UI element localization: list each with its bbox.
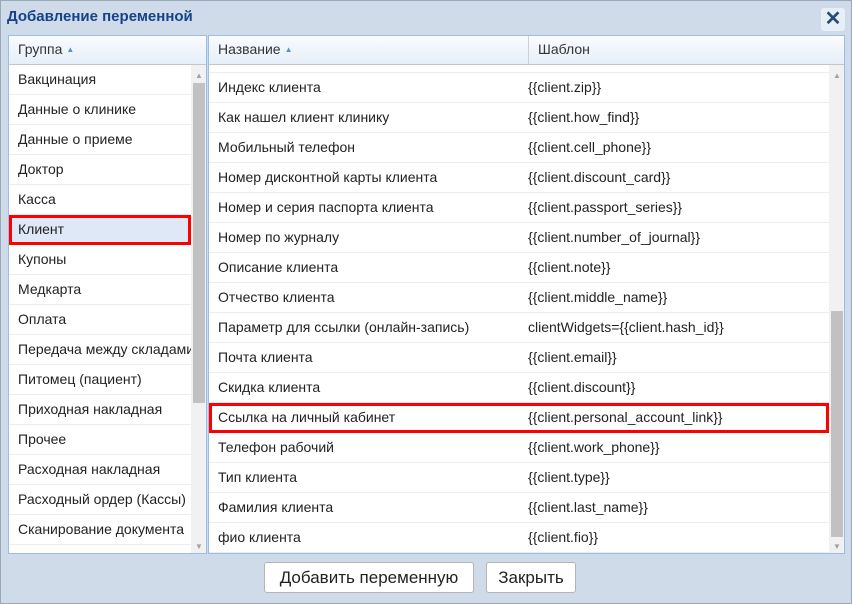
group-item[interactable]: Приходная накладная [9,395,191,425]
variable-row[interactable]: Номер по журналу {{client.number_of_journ… [209,223,829,253]
variable-template: {{client.discount_card}} [528,169,671,185]
group-item[interactable]: Вакцинация [9,65,191,95]
variable-name: Отчество клиента [218,289,335,305]
scroll-up-icon[interactable]: ▲ [191,71,206,80]
variable-row[interactable]: Тип клиента {{client.type}} [209,463,829,493]
name-header-label: Название [218,41,281,57]
variable-row[interactable]: Мобильный телефон {{client.cell_phone}} [209,133,829,163]
variable-row[interactable]: Номер дисконтной карты клиента {{client.d… [209,163,829,193]
group-item[interactable]: Данные о приеме [9,125,191,155]
variable-row[interactable]: фио клиента {{client.fio}} [209,523,829,553]
name-column-header[interactable]: Название ▲ [209,36,529,65]
variable-template: {{client.type}} [528,469,610,485]
variable-name: фио клиента [218,529,301,545]
group-column-header[interactable]: Группа ▲ [9,36,206,65]
variable-name: Как нашел клиент клинику [218,109,390,125]
group-item[interactable]: Доктор [9,155,191,185]
variable-row[interactable]: Фамилия клиента {{client.last_name}} [209,493,829,523]
group-item[interactable]: Данные о клинике [9,95,191,125]
scroll-thumb[interactable] [193,83,205,403]
variable-template: {{client.middle_name}} [528,289,668,305]
variable-template: {{client.number_of_journal}} [528,229,701,245]
variable-template: {{client.cell_phone}} [528,139,651,155]
variable-template: {{client.last_name}} [528,499,648,515]
variable-row[interactable]: Отчество клиента {{client.middle_name}} [209,283,829,313]
template-column-header[interactable]: Шаблон [529,36,844,65]
group-item[interactable]: Медкарта [9,275,191,305]
variable-row[interactable]: Как нашел клиент клинику {{client.how_fin… [209,103,829,133]
variable-row[interactable]: Телефон рабочий {{client.work_phone}} [209,433,829,463]
add-variable-button[interactable]: Добавить переменную [264,562,474,593]
variable-name: Номер и серия паспорта клиента [218,199,434,215]
variable-name: Номер дисконтной карты клиента [218,169,438,185]
group-item[interactable]: Расходная накладная [9,455,191,485]
variable-template: {{client.note}} [528,259,611,275]
variable-name: Параметр для ссылки (онлайн-запись) [218,319,470,335]
variable-name: Тип клиента [218,469,298,485]
group-item[interactable]: Прочее [9,425,191,455]
template-header-label: Шаблон [538,41,590,57]
partial-row [9,545,191,553]
add-variable-dialog: Добавление переменной ✕ Группа ▲ Вакцинац… [0,0,852,604]
group-item[interactable]: Сканирование документа [9,515,191,545]
variable-template: {{client.discount}} [528,379,636,395]
variable-template: {{client.passport_series}} [528,199,683,215]
variable-template: {{client.personal_account_link}} [528,409,723,425]
partial-row [209,65,829,73]
group-item[interactable]: Оплата [9,305,191,335]
group-scrollbar[interactable]: ▲ ▼ [191,65,206,553]
variable-template: {{client.work_phone}} [528,439,660,455]
group-item[interactable]: Купоны [9,245,191,275]
variable-name: Скидка клиента [218,379,321,395]
group-item[interactable]: Касса [9,185,191,215]
variable-name: Почта клиента [218,349,313,365]
variable-row[interactable]: Параметр для ссылки (онлайн-запись) clien… [209,313,829,343]
dialog-title: Добавление переменной [7,8,193,25]
variable-row[interactable]: Номер и серия паспорта клиента {{client.p… [209,193,829,223]
scroll-down-icon[interactable]: ▼ [191,542,206,551]
sort-asc-icon: ▲ [66,45,75,54]
sort-asc-icon: ▲ [284,45,293,54]
variable-row[interactable]: Ссылка на личный кабинет {{client.persona… [209,403,829,433]
variable-name: Описание клиента [218,259,339,275]
variable-name: Номер по журналу [218,229,340,245]
variable-row[interactable]: Скидка клиента {{client.discount}} [209,373,829,403]
variable-row[interactable]: Описание клиента {{client.note}} [209,253,829,283]
close-icon[interactable]: ✕ [821,8,845,31]
variable-name: Телефон рабочий [218,439,334,455]
variable-row[interactable]: Индекс клиента {{client.zip}} [209,73,829,103]
variable-template: clientWidgets={{client.hash_id}} [528,319,724,335]
variable-name: Мобильный телефон [218,139,355,155]
group-header-label: Группа [18,41,63,57]
scroll-thumb[interactable] [831,311,843,537]
variable-template: {{client.fio}} [528,529,599,545]
close-button[interactable]: Закрыть [486,562,576,593]
group-item[interactable]: Передача между складами [9,335,191,365]
group-item[interactable]: Клиент [9,215,191,245]
group-grid: Группа ▲ Вакцинация Данные о клинике Данные… [8,35,207,554]
variable-grid: Название ▲ Шаблон Индекс клиента {{client.… [208,35,845,554]
variable-row[interactable]: Почта клиента {{client.email}} [209,343,829,373]
variable-template: {{client.email}} [528,349,617,365]
scroll-down-icon[interactable]: ▼ [829,542,844,551]
scroll-up-icon[interactable]: ▲ [829,71,844,80]
variable-scrollbar[interactable]: ▲ ▼ [829,65,844,553]
variable-template: {{client.how_find}} [528,109,640,125]
variable-name: Индекс клиента [218,79,321,95]
group-item[interactable]: Расходный ордер (Кассы) [9,485,191,515]
variable-template: {{client.zip}} [528,79,602,95]
group-item[interactable]: Питомец (пациент) [9,365,191,395]
variable-name: Ссылка на личный кабинет [218,409,396,425]
variable-name: Фамилия клиента [218,499,334,515]
